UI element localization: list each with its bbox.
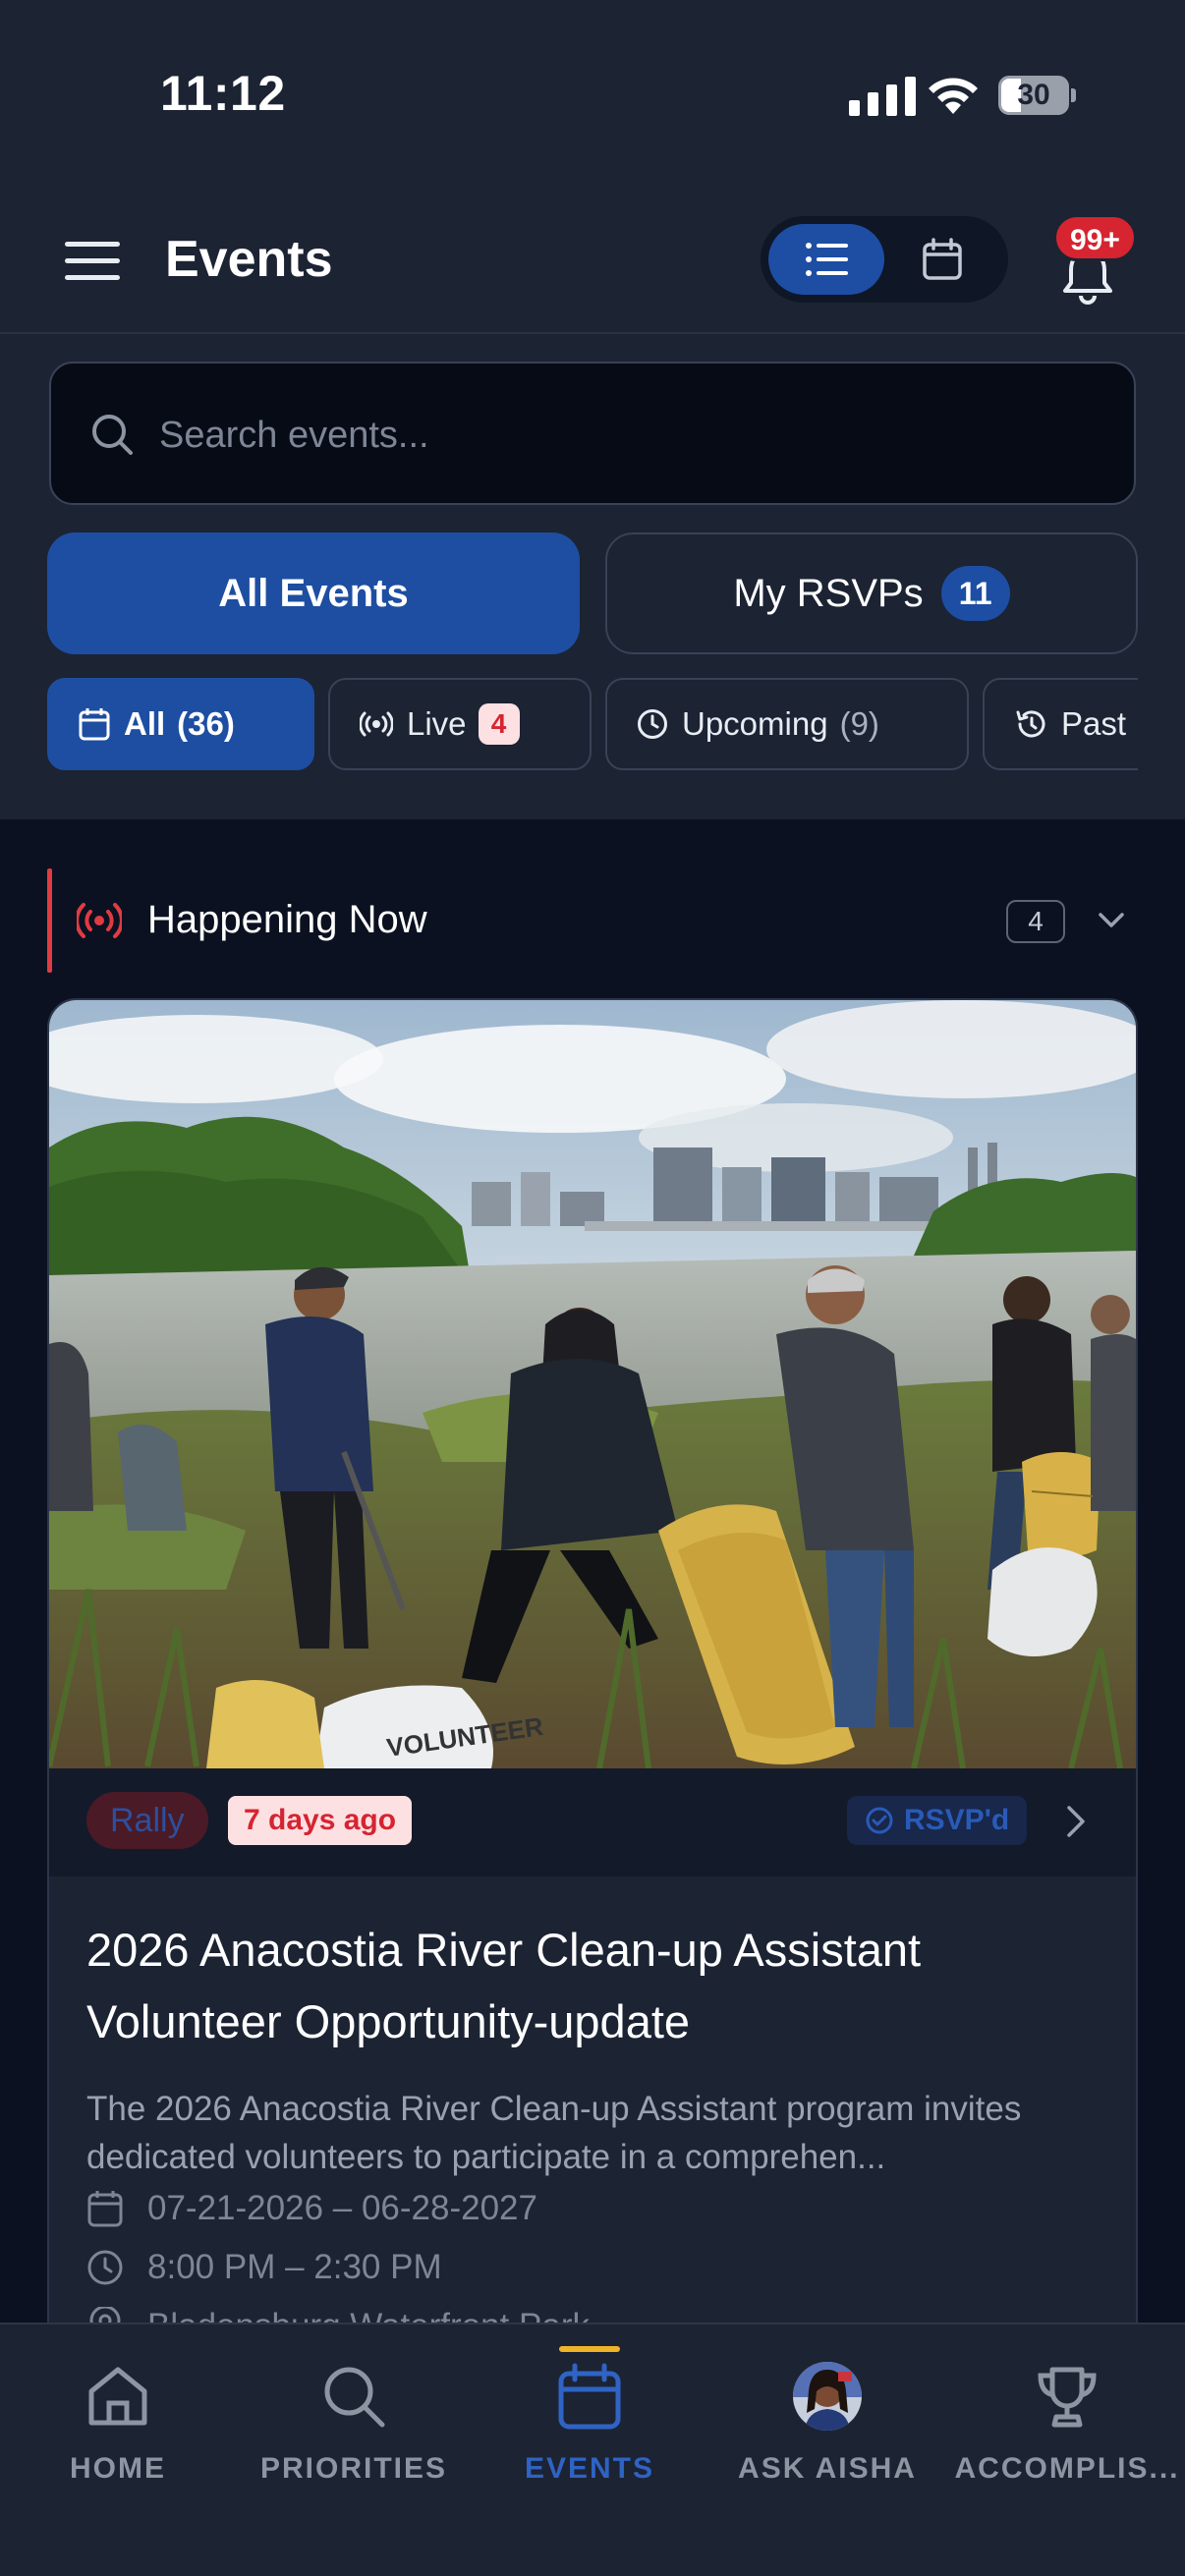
category-tag: Rally <box>86 1792 208 1849</box>
nav-accomplishments-label: ACCOMPLIS... <box>954 2452 1180 2485</box>
filter-chips: All (36) Live 4 Upcoming (9) Past <box>47 678 1138 770</box>
search-icon <box>92 415 133 455</box>
nav-ask-aisha-label: ASK AISHA <box>738 2452 917 2485</box>
event-photo[interactable]: VOLUNTEER <box>49 1000 1136 1768</box>
tab-my-rsvps-label: My RSVPs <box>733 571 924 615</box>
section-count-badge: 4 <box>1006 900 1065 943</box>
nav-events[interactable]: EVENTS <box>472 2324 707 2501</box>
search-icon <box>324 2367 385 2428</box>
rsvp-status-label: RSVP'd <box>904 1804 1010 1836</box>
view-toggle <box>761 216 1008 303</box>
list-view-button[interactable] <box>768 224 884 295</box>
home-icon <box>88 2367 147 2426</box>
list-icon <box>806 243 848 276</box>
nav-priorities[interactable]: PRIORITIES <box>236 2324 472 2501</box>
calendar-icon <box>558 2363 621 2430</box>
event-dates-row: 07-21-2026 – 06-28-2027 <box>86 2189 537 2228</box>
filter-all-count: (36) <box>177 705 235 742</box>
search-input[interactable] <box>159 403 1044 468</box>
nav-ask-aisha[interactable]: ASK AISHA <box>709 2324 945 2501</box>
event-meta-bar: Rally 7 days ago RSVP'd <box>49 1768 1136 1876</box>
calendar-icon <box>79 708 110 741</box>
status-time: 11:12 <box>160 66 286 121</box>
menu-icon[interactable] <box>65 242 120 281</box>
filter-upcoming-count: (9) <box>839 705 879 742</box>
cellular-signal-icon <box>849 75 916 116</box>
search-box <box>49 362 1136 505</box>
nav-home[interactable]: HOME <box>0 2324 236 2501</box>
event-description: The 2026 Anacostia River Clean-up Assist… <box>86 2090 1022 2176</box>
nav-events-label: EVENTS <box>524 2452 655 2485</box>
calendar-icon <box>923 238 962 280</box>
wifi-icon <box>929 78 978 114</box>
section-title: Happening Now <box>147 898 427 941</box>
nav-accomplishments[interactable]: ACCOMPLIS... <box>949 2324 1185 2501</box>
filter-live-count: 4 <box>478 703 520 745</box>
active-tab-indicator <box>559 2346 620 2352</box>
calendar-icon <box>87 2191 123 2227</box>
filter-upcoming-label: Upcoming <box>682 705 828 742</box>
top-area: 11:12 30 Events 99+ Search events... All… <box>0 0 1185 819</box>
event-card[interactable]: VOLUNTEER Rally 7 days ago RSVP'd 2026 A… <box>47 998 1138 2403</box>
chevron-down-icon[interactable] <box>1097 908 1126 931</box>
app-header: Events 99+ <box>0 187 1185 334</box>
page-title: Events <box>165 231 333 288</box>
live-broadcast-icon <box>77 903 122 938</box>
avatar <box>793 2362 862 2431</box>
chevron-right-icon[interactable] <box>1065 1804 1087 1839</box>
filter-live[interactable]: Live 4 <box>328 678 592 770</box>
nav-priorities-label: PRIORITIES <box>259 2452 448 2485</box>
section-accent-bar <box>47 868 52 973</box>
filter-all[interactable]: All (36) <box>47 678 314 770</box>
event-time: 8:00 PM – 2:30 PM <box>147 2248 442 2286</box>
rsvp-status-badge: RSVP'd <box>847 1796 1028 1845</box>
bottom-navigation: HOME PRIORITIES EVENTS ASK AISHA ACCOMPL… <box>0 2323 1185 2576</box>
tab-all-events-label: All Events <box>218 571 409 615</box>
event-time-row: 8:00 PM – 2:30 PM <box>86 2248 442 2287</box>
filter-live-label: Live <box>407 705 467 742</box>
filter-past[interactable]: Past <box>983 678 1138 770</box>
trophy-icon <box>1038 2367 1097 2428</box>
battery-icon: 30 <box>998 76 1077 115</box>
check-circle-icon <box>866 1807 893 1834</box>
rsvp-count-badge: 11 <box>940 566 1010 621</box>
tab-my-rsvps[interactable]: My RSVPs 11 <box>605 532 1138 654</box>
broadcast-icon <box>360 711 393 737</box>
filter-past-label: Past <box>1061 705 1127 742</box>
nav-home-label: HOME <box>70 2452 166 2485</box>
tab-all-events[interactable]: All Events <box>47 532 580 654</box>
event-title: 2026 Anacostia River Clean-up Assistant … <box>86 1924 922 2047</box>
section-header-happening-now[interactable]: Happening Now 4 <box>47 868 1138 973</box>
status-bar: 11:12 30 <box>0 0 1185 177</box>
clock-icon <box>638 709 667 739</box>
event-dates: 07-21-2026 – 06-28-2027 <box>147 2189 537 2227</box>
posted-time-tag: 7 days ago <box>228 1796 413 1845</box>
battery-level: 30 <box>1017 79 1050 111</box>
calendar-view-button[interactable] <box>884 224 1000 295</box>
filter-all-label: All <box>124 705 166 742</box>
filter-upcoming[interactable]: Upcoming (9) <box>605 678 969 770</box>
notification-badge: 99+ <box>1053 214 1137 261</box>
history-icon <box>1016 710 1045 738</box>
clock-icon <box>87 2250 123 2285</box>
